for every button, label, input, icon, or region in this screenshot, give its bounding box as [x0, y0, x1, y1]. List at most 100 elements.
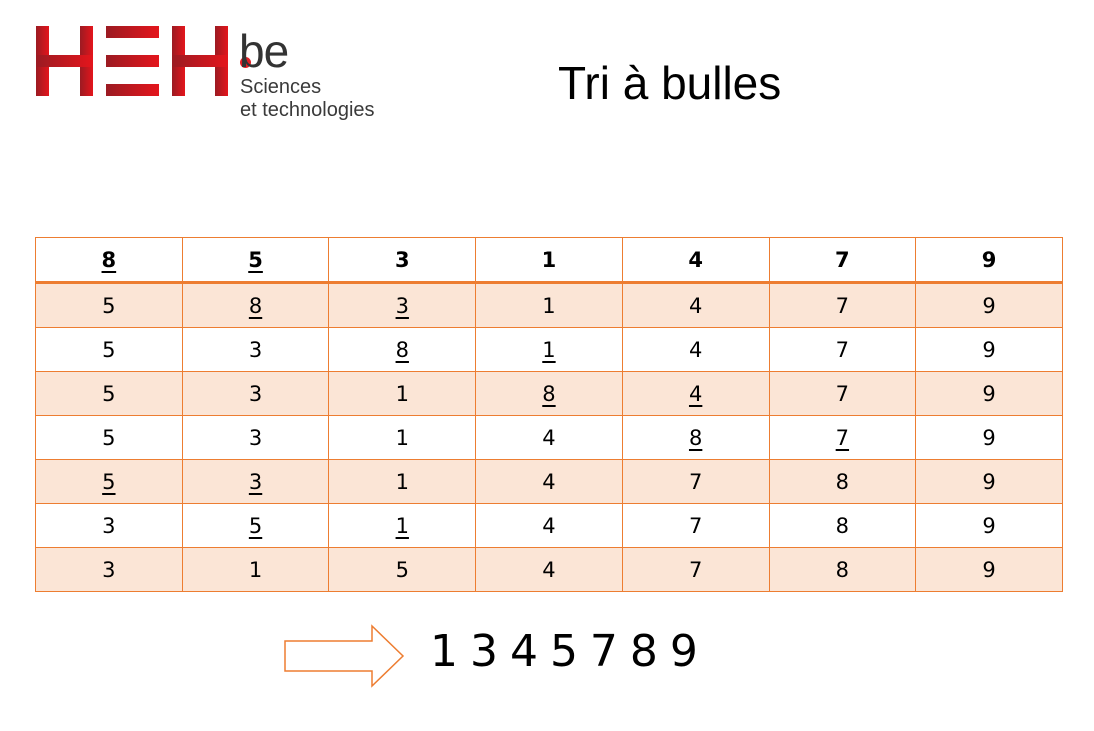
table-cell: 7 [768, 237, 917, 284]
cell-value: 1 [541, 247, 557, 272]
cell-value: 4 [688, 337, 703, 362]
table-cell: 9 [915, 547, 1063, 592]
cell-value: 5 [102, 293, 116, 318]
cell-value: 3 [394, 247, 410, 272]
cell-value: 1 [395, 381, 409, 406]
table-cell: 5 [181, 237, 330, 284]
cell-value: 9 [982, 381, 996, 406]
cell-value: 3 [248, 381, 263, 406]
table-cell: 9 [915, 327, 1063, 372]
table-row: 5 3 8 1 4 7 9 [35, 327, 1063, 372]
cell-value: 7 [835, 293, 850, 318]
cell-value: 1 [542, 293, 556, 318]
logo-subtitle-line1: Sciences [240, 76, 322, 98]
table-cell: 3 [328, 237, 477, 284]
cell-value: 4 [542, 513, 556, 538]
cell-value: 7 [688, 469, 703, 494]
cell-value: 9 [982, 513, 996, 538]
table-cell: 1 [475, 282, 623, 328]
table-cell: 5 [35, 415, 183, 460]
table-cell: 8 [768, 547, 917, 592]
table-cell: 5 [35, 371, 183, 416]
table-cell: 8 [768, 459, 917, 504]
logo-subtitle-line2: et technologies [240, 99, 375, 121]
cell-value: 1 [248, 557, 263, 582]
table-cell: 4 [621, 237, 770, 284]
table-cell: 7 [768, 327, 917, 372]
table-cell: 3 [328, 282, 477, 328]
table-cell: 9 [915, 503, 1063, 548]
cell-value: 7 [688, 513, 703, 538]
compared-value: 8 [542, 381, 556, 406]
cell-value: 9 [982, 425, 996, 450]
table-cell: 5 [35, 459, 183, 504]
table-cell: 8 [475, 371, 623, 416]
compared-value: 3 [395, 293, 409, 318]
cell-value: 8 [835, 513, 850, 538]
table-cell: 7 [621, 503, 770, 548]
compared-value: 5 [248, 513, 263, 538]
cell-value: 9 [982, 557, 996, 582]
cell-value: 5 [102, 425, 116, 450]
table-row: 3 5 1 4 7 8 9 [35, 503, 1063, 548]
table-cell: 9 [915, 415, 1063, 460]
table-cell: 3 [181, 459, 330, 504]
table-cell: 4 [621, 371, 770, 416]
table-cell: 1 [181, 547, 330, 592]
cell-value: 4 [688, 293, 703, 318]
right-arrow-outline-icon [284, 624, 405, 688]
compared-value: 1 [395, 513, 409, 538]
compared-value: 8 [688, 425, 703, 450]
table-cell: 1 [328, 503, 477, 548]
logo-subtitle: Sciences et technologies [240, 76, 375, 122]
cell-value: 7 [688, 557, 703, 582]
cell-value: 9 [981, 247, 997, 272]
compared-value: 3 [248, 469, 263, 494]
cell-value: 1 [395, 425, 409, 450]
cell-value: 7 [835, 247, 850, 272]
table-row: 5 8 3 1 4 7 9 [35, 282, 1063, 328]
cell-value: 3 [102, 557, 116, 582]
compared-value: 8 [101, 247, 117, 272]
cell-value: 7 [835, 337, 850, 362]
table-cell: 7 [768, 415, 917, 460]
table-cell: 4 [475, 503, 623, 548]
table-cell: 7 [768, 282, 917, 328]
table-cell: 7 [768, 371, 917, 416]
table-cell: 8 [621, 415, 770, 460]
table-cell: 8 [328, 327, 477, 372]
bubble-sort-table: 8 5 3 1 4 7 9 5 8 3 1 4 7 9 5 3 8 1 4 7 9 5 3 1 8 4 7 9 5 3 1 4 8 7 9 5 3 1 4 7… [35, 237, 1063, 592]
cell-value: 4 [542, 557, 556, 582]
heh-logo: be Sciences et technologies [36, 25, 396, 126]
table-cell: 4 [475, 459, 623, 504]
table-cell: 5 [35, 327, 183, 372]
table-cell: 7 [621, 459, 770, 504]
compared-value: 8 [248, 293, 263, 318]
logo-suffix: be [239, 25, 289, 77]
cell-value: 9 [982, 469, 996, 494]
heh-logo-mark [36, 26, 228, 96]
table-cell: 3 [181, 327, 330, 372]
table-cell: 9 [915, 237, 1063, 284]
table-cell: 1 [328, 371, 477, 416]
table-cell: 1 [328, 415, 477, 460]
table-cell: 1 [475, 327, 623, 372]
table-cell: 1 [475, 237, 623, 284]
cell-value: 5 [102, 381, 116, 406]
table-cell: 5 [35, 282, 183, 328]
cell-value: 5 [395, 557, 409, 582]
table-cell: 5 [181, 503, 330, 548]
cell-value: 3 [248, 425, 263, 450]
table-cell: 8 [35, 237, 183, 284]
cell-value: 7 [835, 381, 850, 406]
compared-value: 5 [248, 247, 263, 272]
cell-value: 9 [982, 293, 996, 318]
table-cell: 9 [915, 459, 1063, 504]
table-cell: 8 [181, 282, 330, 328]
slide-title: Tri à bulles [558, 57, 782, 109]
table-cell: 5 [328, 547, 477, 592]
table-cell: 3 [181, 415, 330, 460]
table-row: 5 3 1 4 7 8 9 [35, 459, 1063, 504]
compared-value: 8 [395, 337, 409, 362]
compared-value: 5 [102, 469, 116, 494]
